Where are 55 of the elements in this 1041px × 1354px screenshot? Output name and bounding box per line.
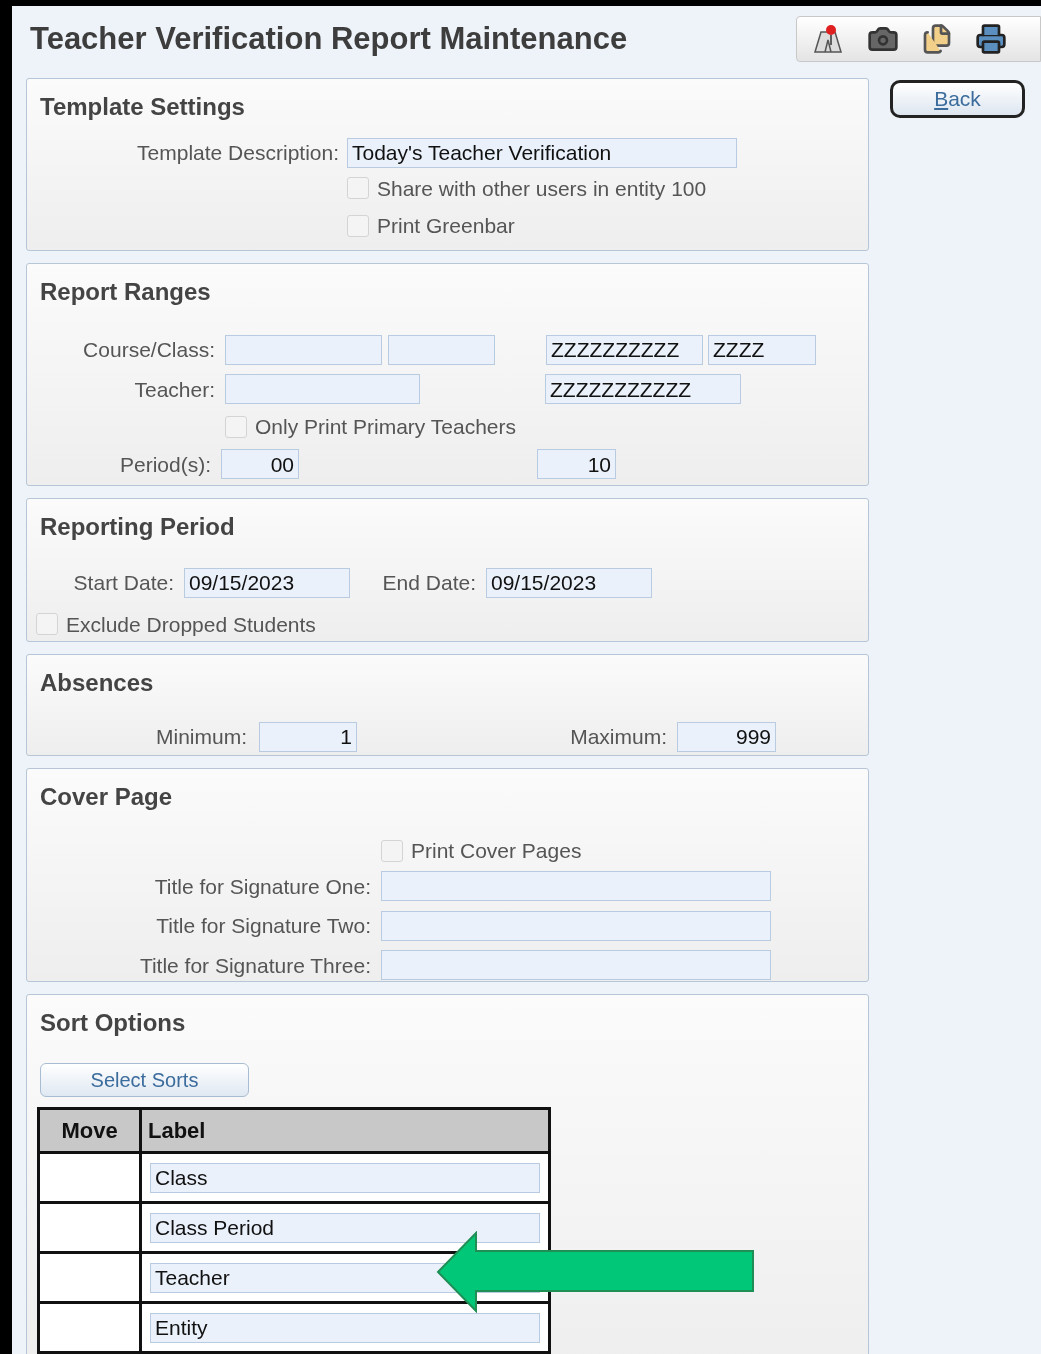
field-label: Template Description:: [136, 140, 339, 166]
checkbox-label: Print Greenbar: [377, 213, 515, 239]
checkbox[interactable]: [347, 214, 369, 237]
field-label: Minimum:: [155, 724, 247, 750]
input-field[interactable]: 09/15/2023: [486, 567, 652, 598]
back-button[interactable]: Back: [890, 80, 1025, 118]
checkbox[interactable]: [381, 839, 403, 862]
input-field[interactable]: ZZZZZZZZZZ: [546, 334, 703, 365]
field-label: Start Date:: [72, 570, 174, 596]
input-field[interactable]: ZZZZ: [708, 334, 816, 365]
column-header: Label: [140, 1108, 550, 1153]
input-field[interactable]: [381, 910, 771, 941]
arrow-icon: [436, 1231, 756, 1313]
input-field[interactable]: Entity: [150, 1312, 540, 1343]
input-field[interactable]: 10: [537, 449, 616, 480]
section-title: Template Settings: [40, 92, 246, 122]
checkbox-label: Exclude Dropped Students: [66, 611, 316, 638]
input-field[interactable]: 1: [259, 721, 357, 752]
input-field[interactable]: [381, 950, 771, 981]
checkbox[interactable]: [225, 415, 247, 438]
section-title: Report Ranges: [40, 277, 212, 307]
field-label: Maximum:: [569, 724, 667, 750]
input-field[interactable]: [388, 334, 495, 365]
checkbox-label: Share with other users in entity 100: [377, 175, 707, 202]
checkbox-label: Only Print Primary Teachers: [255, 414, 517, 440]
checkbox[interactable]: [36, 613, 58, 636]
page-title: Teacher Verification Report Maintenance: [29, 19, 628, 58]
column-header: Move: [38, 1108, 141, 1153]
section-title: Sort Options: [40, 1008, 187, 1038]
input-field[interactable]: [225, 374, 420, 405]
field-label: Title for Signature Three:: [138, 952, 371, 979]
input-field[interactable]: 00: [221, 449, 299, 480]
section-title: Cover Page: [40, 782, 174, 812]
field-label: Title for Signature Two:: [155, 913, 371, 939]
input-field[interactable]: [381, 871, 771, 902]
printer-icon[interactable]: [975, 23, 1007, 55]
input-field[interactable]: 999: [677, 721, 776, 752]
input-field[interactable]: [225, 334, 382, 365]
input-field[interactable]: 09/15/2023: [184, 567, 350, 598]
map-pin-icon[interactable]: [811, 22, 845, 56]
field-label: Teacher:: [133, 376, 215, 403]
field-label: Course/Class:: [82, 337, 215, 363]
select-sorts-button[interactable]: Select Sorts: [40, 1063, 249, 1097]
section-title: Reporting Period: [40, 512, 236, 542]
checkbox-label: Print Cover Pages: [411, 838, 582, 864]
copy-icon[interactable]: [921, 23, 953, 55]
section-title: Absences: [40, 668, 155, 698]
input-field[interactable]: Today's Teacher Verification: [347, 137, 737, 168]
field-label: Title for Signature One:: [153, 873, 371, 900]
input-field[interactable]: Class: [150, 1162, 540, 1193]
input-field[interactable]: ZZZZZZZZZZZ: [545, 374, 741, 405]
field-label: End Date:: [381, 570, 476, 596]
input-field[interactable]: Class Period: [150, 1212, 540, 1243]
field-label: Period(s):: [118, 451, 211, 478]
checkbox[interactable]: [347, 177, 369, 200]
